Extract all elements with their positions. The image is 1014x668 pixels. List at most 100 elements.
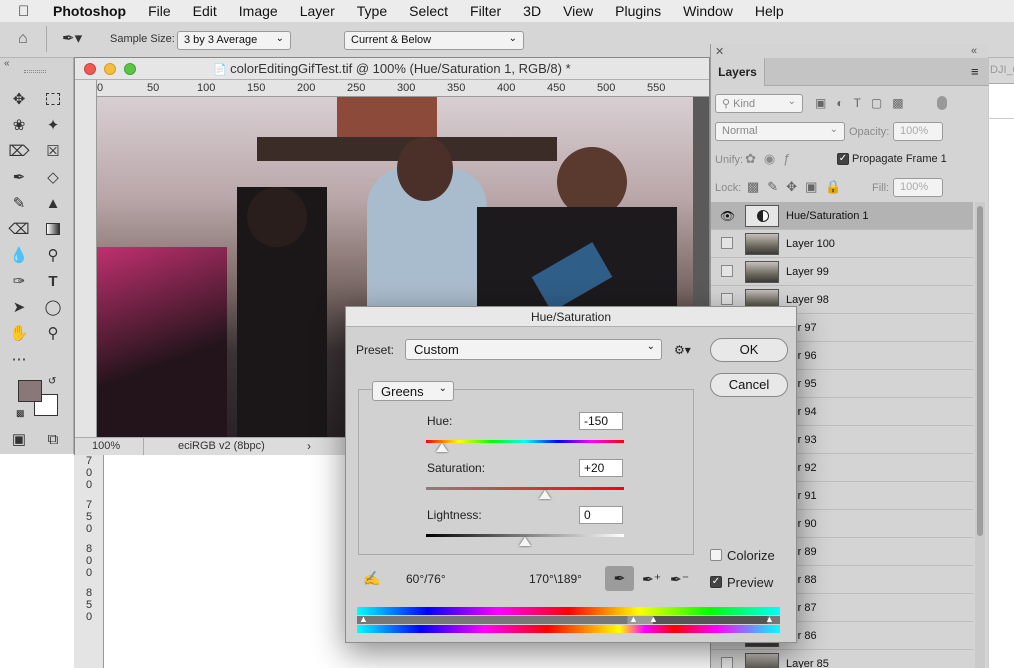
brush-tool-icon[interactable]: ✎ <box>8 192 30 214</box>
foreground-color-swatch-front[interactable] <box>18 380 42 402</box>
menu-select[interactable]: Select <box>398 3 459 19</box>
preset-select[interactable]: Custom ⌄ <box>405 339 662 360</box>
filter-kind-select[interactable]: ⚲ Kind ⌄ <box>715 94 803 113</box>
lock-icons[interactable]: ▩✎✥▣🔒 <box>747 179 850 195</box>
hand-tool-icon[interactable]: ✋ <box>8 322 30 344</box>
apple-icon[interactable]:  <box>18 3 38 20</box>
menu-layer[interactable]: Layer <box>289 3 346 19</box>
path-selection-tool-icon[interactable]: ➤ <box>8 296 30 318</box>
zoom-level[interactable]: 100% <box>92 440 120 452</box>
close-panel-icon[interactable]: ✕ <box>715 45 724 58</box>
blur-tool-icon[interactable]: 💧 <box>8 244 30 266</box>
dialog-title[interactable]: Hue/Saturation <box>346 307 796 327</box>
quick-mask-icon[interactable]: ▣ <box>8 428 30 450</box>
menu-plugins[interactable]: Plugins <box>604 3 672 19</box>
menu-help[interactable]: Help <box>744 3 795 19</box>
healing-brush-tool-icon[interactable]: ◇ <box>42 166 64 188</box>
range-handle[interactable]: ▲ <box>629 614 638 624</box>
gear-icon[interactable]: ⚙▾ <box>674 343 691 357</box>
lasso-tool-icon[interactable]: ❀ <box>8 114 30 136</box>
menu-app-name[interactable]: Photoshop <box>42 3 137 19</box>
visibility-toggle[interactable] <box>721 293 733 305</box>
menu-type[interactable]: Type <box>346 3 398 19</box>
blend-mode-select[interactable]: Normal ⌄ <box>715 122 845 141</box>
hue-slider-track[interactable] <box>426 440 624 443</box>
sample-layers-select[interactable]: Current & Below ⌄ <box>344 31 524 50</box>
more-tools-icon[interactable]: ⋯ <box>8 348 30 370</box>
eye-icon[interactable]: 👁 <box>720 209 735 223</box>
close-window-button[interactable] <box>84 63 96 75</box>
menu-image[interactable]: Image <box>228 3 289 19</box>
eyedropper-tool-icon[interactable]: ✒▾ <box>62 29 82 47</box>
layer-row[interactable]: Layer 100 <box>711 230 973 258</box>
sample-size-select[interactable]: 3 by 3 Average ⌄ <box>177 31 291 50</box>
visibility-toggle[interactable] <box>721 265 733 277</box>
subtract-from-sample-eyedropper-icon[interactable]: ✒⁻ <box>670 571 689 588</box>
menu-edit[interactable]: Edit <box>182 3 228 19</box>
default-colors-icon[interactable]: ▩ <box>16 408 25 419</box>
collapse-icon[interactable]: « <box>4 58 10 69</box>
lightness-slider-thumb[interactable] <box>519 537 531 546</box>
range-slider[interactable]: ▲ ▲ ▲ ▲ <box>357 614 780 624</box>
ok-button[interactable]: OK <box>710 338 788 362</box>
eyedropper-icon[interactable]: ✒ <box>605 566 634 591</box>
menu-3d[interactable]: 3D <box>512 3 552 19</box>
tab-layers[interactable]: Layers <box>711 58 765 86</box>
panel-grip[interactable] <box>24 70 46 73</box>
opacity-field[interactable]: 100% <box>893 122 943 141</box>
lightness-field[interactable]: 0 <box>579 506 623 524</box>
swap-colors-icon[interactable]: ↺ <box>48 376 56 387</box>
layer-row[interactable]: Layer 85 <box>711 650 973 668</box>
document-tab[interactable]: DJI_0 <box>989 58 1014 84</box>
menu-filter[interactable]: Filter <box>459 3 512 19</box>
eyedropper-tool-icon[interactable]: ✒ <box>8 166 30 188</box>
menu-file[interactable]: File <box>137 3 182 19</box>
screen-mode-icon[interactable]: ⧉ <box>42 428 64 450</box>
layer-row[interactable]: 👁 Hue/Saturation 1 <box>711 202 973 230</box>
zoom-window-button[interactable] <box>124 63 136 75</box>
range-handle[interactable]: ▲ <box>649 614 658 624</box>
layers-scrollbar[interactable] <box>975 202 985 668</box>
chevron-right-icon[interactable]: › <box>307 439 311 453</box>
propagate-checkbox[interactable]: ✓ <box>837 153 849 165</box>
saturation-field[interactable]: +20 <box>579 459 623 477</box>
channel-select[interactable]: Greens ⌄ <box>372 381 454 401</box>
frame-tool-icon[interactable]: ☒ <box>42 140 64 162</box>
menu-window[interactable]: Window <box>672 3 744 19</box>
fill-field[interactable]: 100% <box>893 178 943 197</box>
minimize-window-button[interactable] <box>104 63 116 75</box>
layer-filter-icons[interactable]: ▣◐T▢▩ <box>815 96 914 110</box>
clone-stamp-tool-icon[interactable]: ▲ <box>42 192 64 214</box>
zoom-tool-icon[interactable]: ⚲ <box>42 322 64 344</box>
cancel-button[interactable]: Cancel <box>710 373 788 397</box>
saturation-slider-track[interactable] <box>426 487 624 490</box>
document-title-bar[interactable]: 📄 colorEditingGifTest.tif @ 100% (Hue/Sa… <box>75 58 709 80</box>
targeted-adjustment-hand-icon[interactable]: ✍ <box>363 570 380 587</box>
range-handle[interactable]: ▲ <box>359 614 368 624</box>
scrollbar-thumb[interactable] <box>977 206 983 536</box>
menu-view[interactable]: View <box>552 3 604 19</box>
home-icon[interactable]: ⌂ <box>18 30 28 48</box>
visibility-toggle[interactable] <box>721 237 733 249</box>
add-to-sample-eyedropper-icon[interactable]: ✒⁺ <box>642 571 661 588</box>
visibility-toggle[interactable] <box>721 657 733 668</box>
colorize-checkbox[interactable] <box>710 549 722 561</box>
collapse-panel-icon[interactable]: « <box>971 45 977 57</box>
move-tool-icon[interactable]: ✥ <box>8 88 30 110</box>
hue-slider-thumb[interactable] <box>435 443 448 452</box>
saturation-slider-thumb[interactable] <box>538 490 551 499</box>
ellipse-tool-icon[interactable]: ◯ <box>42 296 64 318</box>
eraser-tool-icon[interactable]: ⌫ <box>8 218 30 240</box>
marquee-tool-icon[interactable] <box>42 88 64 110</box>
range-handle[interactable]: ▲ <box>765 614 774 624</box>
preview-checkbox[interactable]: ✓ <box>710 576 722 588</box>
dodge-tool-icon[interactable]: ⚲ <box>42 244 64 266</box>
panel-menu-icon[interactable]: ≡ <box>971 64 979 79</box>
layer-row[interactable]: Layer 99 <box>711 258 973 286</box>
crop-tool-icon[interactable]: ⌦ <box>8 140 30 162</box>
hue-field[interactable]: -150 <box>579 412 623 430</box>
unify-icons[interactable]: ✿◉ƒ <box>745 151 798 167</box>
filter-toggle[interactable] <box>937 96 947 110</box>
gradient-tool-icon[interactable] <box>42 218 64 240</box>
type-tool-icon[interactable]: T <box>42 270 64 292</box>
